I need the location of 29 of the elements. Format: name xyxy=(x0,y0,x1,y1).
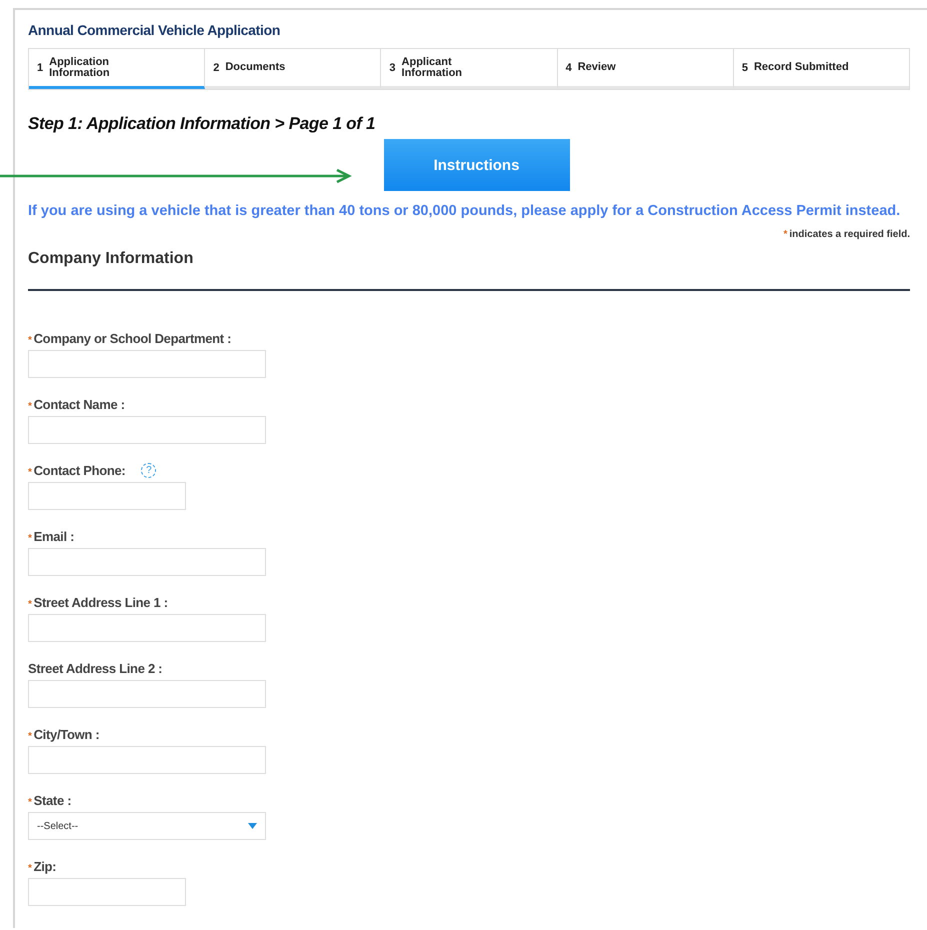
select-value: --Select-- xyxy=(37,820,78,832)
field-label: *State : xyxy=(28,792,72,808)
field-label: *Contact Phone: xyxy=(28,462,126,478)
input-field[interactable] xyxy=(28,416,266,444)
input-field[interactable] xyxy=(28,878,186,906)
field-label: Street Address Line 2 : xyxy=(28,660,162,676)
required-note: * indicates a required field. xyxy=(782,229,910,240)
page-title: Annual Commercial Vehicle Application xyxy=(28,22,282,38)
input-field[interactable] xyxy=(28,482,186,510)
field-label: *Zip: xyxy=(28,858,56,874)
step-tab[interactable]: 2 Documents xyxy=(205,49,382,89)
input-field[interactable] xyxy=(28,548,266,576)
step-tab[interactable]: 5 Record Submitted xyxy=(734,49,910,89)
notice-text: If you are using a vehicle that is greater than 40 tons or 80,000 pounds, please apply for a Construction Access Permit instead. xyxy=(28,204,902,219)
input-field[interactable] xyxy=(28,350,266,378)
input-field[interactable] xyxy=(28,680,266,708)
state-select[interactable]: --Select-- xyxy=(28,812,266,840)
input-field[interactable] xyxy=(28,614,266,642)
field-label: *Email : xyxy=(28,528,74,544)
input-field[interactable] xyxy=(28,746,266,774)
field-label: *Contact Name : xyxy=(28,396,125,412)
field-label: *Street Address Line 1 : xyxy=(28,594,168,610)
arrow-icon xyxy=(0,169,352,183)
step-tab[interactable]: 4 Review xyxy=(558,49,734,89)
section-title: Company Information xyxy=(28,250,910,291)
step-heading: Step 1: Application Information > Page 1 of 1 xyxy=(28,114,376,134)
field-label: *City/Town : xyxy=(28,726,100,742)
caret-icon xyxy=(248,823,257,829)
field-label: *Company or School Department : xyxy=(28,330,232,346)
